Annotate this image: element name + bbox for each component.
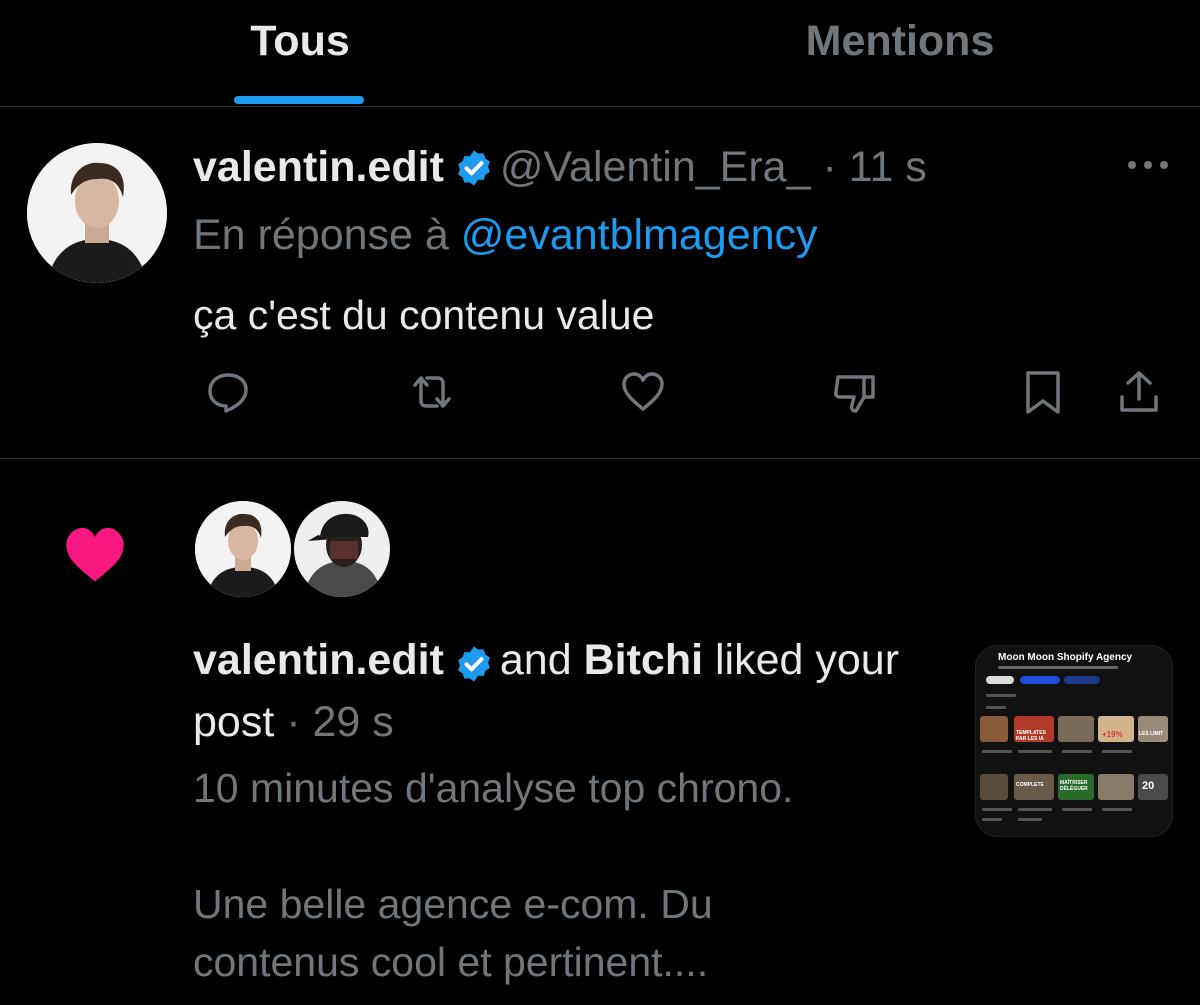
more-icon[interactable] — [1126, 155, 1170, 175]
tab-mentions[interactable]: Mentions — [750, 0, 1050, 106]
reply-icon[interactable] — [203, 367, 253, 417]
thumbnail-video — [980, 716, 1008, 742]
post-excerpt: 10 minutes d'analyse top chrono. Une bel… — [193, 765, 794, 985]
thumbnail-pill — [1064, 676, 1100, 684]
reply-author-line: valentin.edit @Valentin_Era_ · 11 s — [193, 139, 927, 195]
thumbnail-title: Moon Moon Shopify Agency — [998, 652, 1133, 663]
reply-notification[interactable]: valentin.edit @Valentin_Era_ · 11 s En ré… — [0, 107, 1200, 459]
thumbnail-video — [1058, 716, 1094, 742]
like-icon[interactable] — [618, 367, 668, 417]
bookmark-icon[interactable] — [1018, 367, 1068, 417]
reply-text: ça c'est du contenu value — [193, 292, 655, 338]
avatar[interactable] — [294, 501, 390, 597]
thumbnail-video: LES LIMIT — [1138, 716, 1168, 742]
in-reply-to-label: En réponse à — [193, 211, 449, 259]
thumbnail-video: TEMPLATES PAR LES IA — [1014, 716, 1054, 742]
thumbnail-video: 20 — [1138, 774, 1168, 800]
thumbnail-video: MAÎTRISER DÉLÉGUER — [1058, 774, 1094, 800]
repost-icon[interactable] — [407, 367, 457, 417]
tab-all[interactable]: Tous — [150, 0, 450, 106]
verified-icon — [454, 146, 494, 186]
downvote-icon[interactable] — [830, 367, 880, 417]
liker-name[interactable]: valentin.edit — [193, 636, 444, 684]
thumbnail-pill — [1020, 676, 1060, 684]
like-summary: valentin.edit and Bitchi liked your post … — [193, 629, 933, 753]
author-handle[interactable]: @Valentin_Era_ — [500, 143, 811, 191]
author-name[interactable]: valentin.edit — [193, 143, 444, 191]
in-reply-to-handle[interactable]: @evantblmagency — [461, 211, 818, 259]
share-icon[interactable] — [1114, 367, 1164, 417]
notification-time: · 29 s — [286, 698, 394, 746]
thumbnail-video: COMPLETE — [1014, 774, 1054, 800]
avatar[interactable] — [195, 501, 291, 597]
liker-name[interactable]: Bitchi — [584, 636, 703, 684]
thumbnail-video — [1098, 774, 1134, 800]
thumbnail-video: +19% — [1098, 716, 1134, 742]
post-time: · 11 s — [822, 143, 927, 191]
thumbnail-video — [980, 774, 1008, 800]
avatar[interactable] — [27, 143, 167, 283]
in-reply-to: En réponse à @evantblmagency — [193, 207, 818, 263]
thumbnail-pill — [986, 676, 1014, 684]
like-notification[interactable]: valentin.edit and Bitchi liked your post … — [0, 459, 1200, 1005]
connector-text: and — [499, 636, 572, 684]
heart-icon — [62, 524, 128, 584]
verified-icon — [454, 639, 494, 682]
active-tab-indicator — [234, 96, 364, 104]
post-thumbnail[interactable]: Moon Moon Shopify Agency TEMPLATES PAR L… — [975, 645, 1173, 837]
notification-tabs: Tous Mentions — [0, 0, 1200, 107]
